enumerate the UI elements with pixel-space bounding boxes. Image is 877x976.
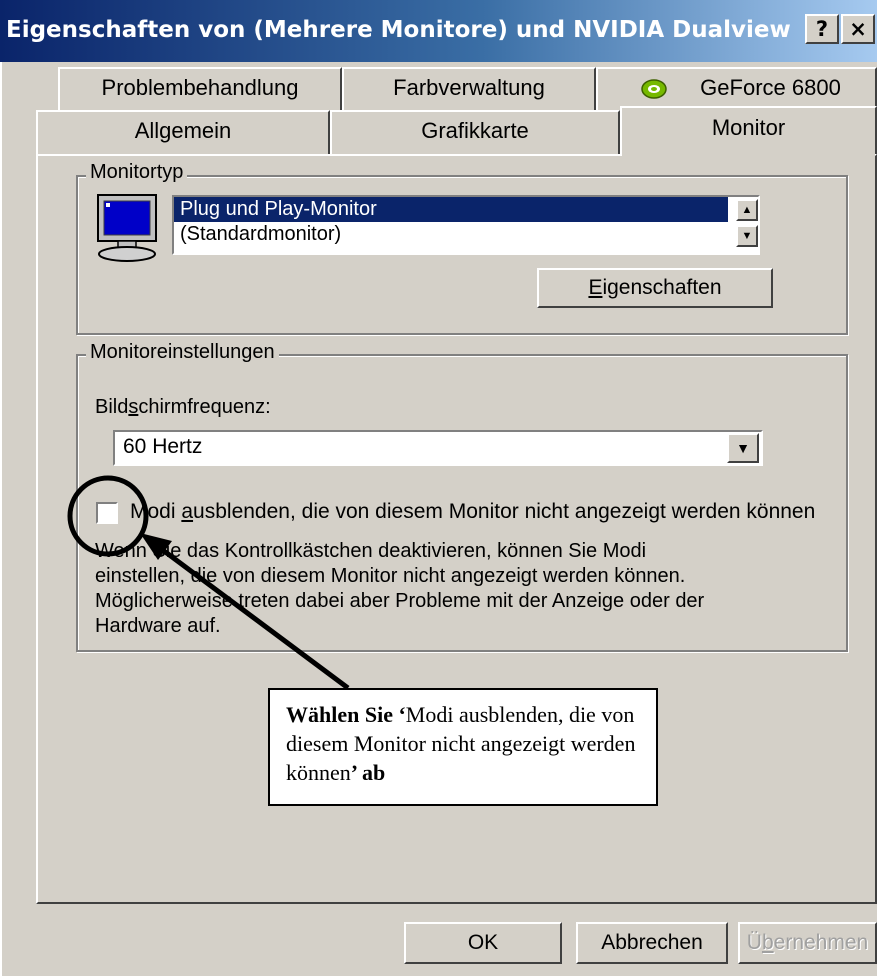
- callout-bold-text: Wählen Sie ‘: [286, 702, 406, 727]
- button-label: ernehmen: [773, 931, 869, 954]
- accelerator-key: b: [761, 931, 774, 954]
- apply-button[interactable]: Übernehmen: [738, 922, 877, 964]
- callout-bold-text: ’ ab: [350, 760, 386, 785]
- active-tab-join: [622, 152, 875, 158]
- tab-monitor[interactable]: Monitor: [620, 106, 877, 154]
- ok-button[interactable]: OK: [404, 922, 562, 964]
- button-label: Ü: [746, 931, 762, 954]
- arrow-line: [158, 545, 350, 691]
- instruction-callout: Wählen Sie ‘Modi ausblenden, die von die…: [268, 688, 658, 806]
- cancel-button[interactable]: Abbrechen: [576, 922, 728, 964]
- highlight-circle: [67, 475, 149, 557]
- tab-label: Monitor: [711, 115, 786, 140]
